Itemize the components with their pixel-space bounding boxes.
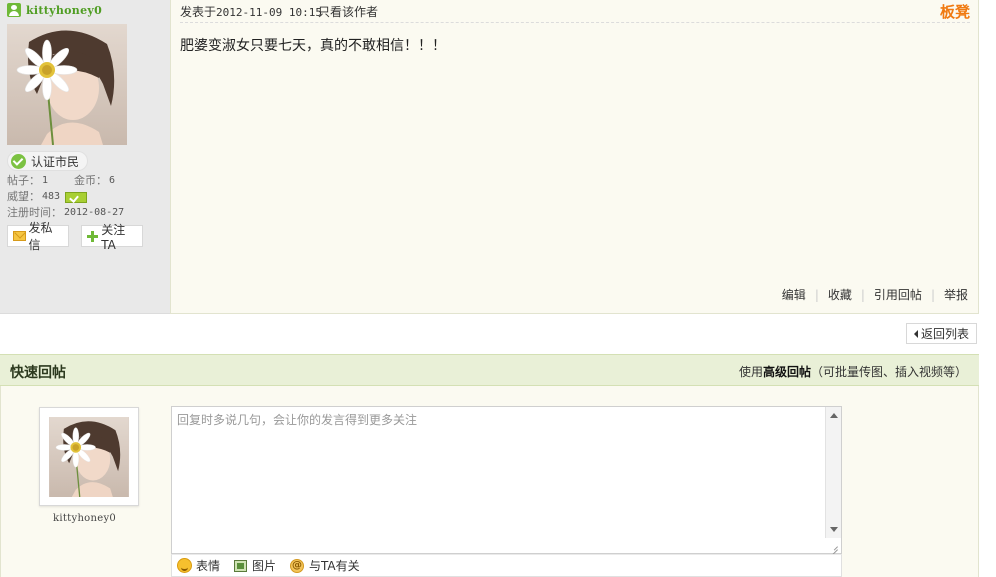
edit-link[interactable]: 编辑 [782,286,806,303]
reply-avatar [49,417,129,497]
advanced-reply-link[interactable]: 高级回帖 [763,365,811,379]
at-icon: @ [290,558,305,573]
plus-icon [87,230,99,242]
post-body: 发表于2012-11-09 10:15 只看该作者 板凳 肥婆变淑女只要七天，真… [170,0,979,314]
smile-icon [177,558,192,573]
scroll-up-icon[interactable] [830,413,838,418]
prestige-label: 威望： [7,190,40,203]
stat-line-posts-coins: 帖子： 1 金币： 6 [7,173,167,189]
user-icon [7,3,21,17]
post-actions: 编辑 | 收藏 | 引用回帖 | 举报 [782,286,968,303]
reply-input[interactable] [177,411,825,549]
favorite-link[interactable]: 收藏 [828,286,852,303]
posts-value[interactable]: 1 [42,173,48,189]
floor-label: 板凳 [939,3,970,21]
avatar-image [49,417,129,497]
return-list-label: 返回列表 [920,327,969,341]
advanced-prefix: 使用 [738,365,763,379]
advanced-suffix: （可批量传图、插入视频等） [810,365,967,379]
follow-label: 关注TA [101,222,126,252]
registered-value: 2012-08-27 [64,207,125,218]
advanced-reply-hint: 使用高级回帖（可批量传图、插入视频等） [739,363,967,380]
coins-value: 6 [109,175,116,186]
post-header: 发表于2012-11-09 10:15 只看该作者 板凳 [180,0,970,23]
posts-label: 帖子： [7,174,40,187]
reply-scrollbar[interactable] [825,407,841,538]
posted-prefix: 发表于 [180,5,217,19]
image-label: 图片 [252,559,277,573]
action-divider: | [930,287,935,302]
coins-label: 金币： [74,174,108,187]
author-stats: 帖子： 1 金币： 6 威望： 483 注册时间： 2012-08-27 [7,173,167,221]
mention-label: 与TA有关 [309,559,360,573]
report-link[interactable]: 举报 [944,286,968,303]
send-message-label: 发私信 [28,221,53,252]
emoji-button[interactable]: 表情 [177,557,220,574]
badge-label: 认证市民 [31,154,80,169]
quick-reply-title: 快速回帖 [10,365,66,381]
image-button[interactable]: 图片 [234,557,276,574]
author-username[interactable]: kittyhoney0 [26,4,102,17]
image-icon [234,559,248,572]
avatar-image [7,24,127,145]
reply-textarea-box [171,406,842,554]
prestige-value: 483 [42,191,61,202]
posted-time: 2012-11-09 10:15 [216,6,322,19]
follow-button[interactable]: 关注TA [81,223,143,252]
return-list-button[interactable]: 返回列表 [906,323,977,344]
mail-icon [13,231,26,241]
emoji-label: 表情 [196,559,221,573]
reply-username: kittyhoney0 [53,513,117,524]
reply-toolbar: 表情 图片 @ 与TA有关 [171,554,842,577]
scroll-down-icon[interactable] [830,527,838,532]
mention-button[interactable]: @ 与TA有关 [290,557,360,574]
send-message-button[interactable]: 发私信 [7,221,69,252]
author-avatar[interactable] [7,24,127,145]
left-arrow-icon [913,329,918,338]
stat-line-prestige: 威望： 483 [7,189,167,205]
only-author-link[interactable]: 只看该作者 [318,3,378,20]
action-divider: | [814,287,819,302]
quick-reply-area: kittyhoney0 表情 图片 @ 与TA有关 [0,386,979,577]
reply-avatar-frame[interactable] [39,407,139,506]
post-content: 肥婆变淑女只要七天，真的不敢相信！！！ [180,38,446,54]
author-name-row[interactable]: kittyhoney0 [7,2,102,18]
check-icon [11,153,26,169]
action-divider: | [860,287,865,302]
post-date: 发表于2012-11-09 10:15 [180,3,322,20]
level-icon[interactable] [65,191,88,203]
quote-reply-link[interactable]: 引用回帖 [874,286,922,303]
post: kittyhoney0 认证市民 帖子： 1 金币： 6 威望： 483 注册时… [0,0,979,314]
post-author-sidebar: kittyhoney0 认证市民 帖子： 1 金币： 6 威望： 483 注册时… [0,0,170,314]
resize-grip-icon[interactable] [826,538,840,552]
verified-citizen-badge: 认证市民 [7,151,89,171]
quick-reply-bar: 快速回帖 使用高级回帖（可批量传图、插入视频等） [0,354,979,386]
